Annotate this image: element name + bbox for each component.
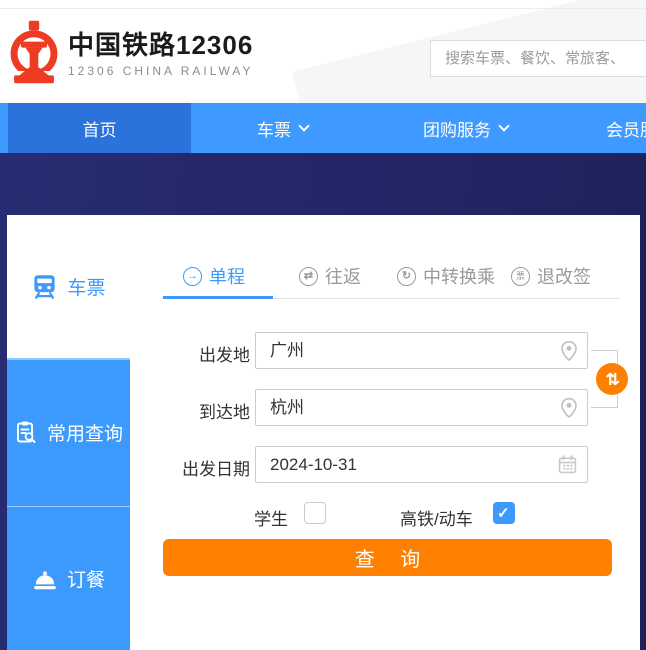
from-label: 出发地 — [140, 341, 250, 366]
clipboard-search-icon — [14, 420, 38, 444]
location-pin-icon — [561, 341, 577, 361]
booking-panel: 车票 常用查询 订餐 — [7, 215, 640, 650]
chevron-down-icon — [298, 120, 309, 131]
logo-title: 中国铁路12306 — [68, 30, 254, 60]
student-checkbox[interactable] — [304, 502, 326, 524]
sidebar-item-meal-order[interactable]: 订餐 — [7, 506, 130, 650]
sidebar: 车票 常用查询 订餐 — [7, 215, 130, 650]
logo-subtitle: 12306 CHINA RAILWAY — [68, 64, 254, 78]
high-speed-label: 高铁/动车 — [400, 505, 473, 530]
nav-item-tickets[interactable]: 车票 — [191, 103, 374, 153]
nav-item-member-services[interactable]: 会员服务 — [557, 103, 646, 153]
railway-logo-icon — [8, 20, 60, 84]
from-input[interactable]: 广州 — [255, 332, 588, 369]
location-pin-icon — [561, 398, 577, 418]
student-label: 学生 — [254, 505, 288, 530]
refund-icon: 票 — [511, 267, 530, 286]
top-divider — [0, 8, 646, 9]
nav-item-group-services[interactable]: 团购服务 — [374, 103, 557, 153]
main-nav: 首页 车票 团购服务 会员服务 — [0, 103, 646, 153]
sidebar-item-label: 常用查询 — [47, 419, 123, 446]
swap-connector — [591, 350, 618, 351]
nav-item-home[interactable]: 首页 — [8, 103, 191, 153]
to-label: 到达地 — [140, 398, 250, 423]
swap-stations-button[interactable]: ⇄ — [596, 363, 628, 395]
tab-round-trip[interactable]: ⇄ 往返 — [299, 263, 361, 289]
train-icon — [31, 273, 58, 300]
search-input[interactable] — [430, 40, 646, 77]
swap-icon: ⇄ — [604, 372, 620, 385]
to-value: 杭州 — [270, 398, 304, 417]
sidebar-item-tickets[interactable]: 车票 — [7, 215, 130, 358]
date-value: 2024-10-31 — [270, 455, 357, 474]
tab-row-divider — [273, 298, 620, 299]
from-value: 广州 — [270, 341, 304, 360]
sidebar-item-label: 车票 — [67, 273, 105, 300]
query-button[interactable]: 查 询 — [163, 539, 612, 576]
swap-connector — [591, 407, 618, 408]
active-tab-underline — [163, 296, 273, 299]
tab-one-way[interactable]: → 单程 — [183, 263, 245, 289]
to-input[interactable]: 杭州 — [255, 389, 588, 426]
calendar-icon — [558, 455, 577, 474]
header: 中国铁路12306 12306 CHINA RAILWAY — [0, 0, 646, 103]
one-way-icon: → — [183, 267, 202, 286]
sidebar-item-label: 订餐 — [67, 565, 105, 592]
high-speed-checkbox[interactable] — [493, 502, 515, 524]
date-label: 出发日期 — [125, 455, 250, 480]
sidebar-item-common-queries[interactable]: 常用查询 — [7, 358, 130, 506]
12306-page: 中国铁路12306 12306 CHINA RAILWAY 首页 车票 团购服务… — [0, 0, 646, 650]
chevron-down-icon — [498, 120, 509, 131]
tab-transfer[interactable]: ↻ 中转换乘 — [397, 263, 495, 289]
transfer-icon: ↻ — [397, 267, 416, 286]
logo-text: 中国铁路12306 12306 CHINA RAILWAY — [68, 20, 254, 78]
round-trip-icon: ⇄ — [299, 267, 318, 286]
date-input[interactable]: 2024-10-31 — [255, 446, 588, 483]
tab-refund-change[interactable]: 票 退改签 — [511, 263, 591, 289]
cloche-icon — [32, 566, 58, 592]
site-logo[interactable]: 中国铁路12306 12306 CHINA RAILWAY — [8, 20, 254, 84]
